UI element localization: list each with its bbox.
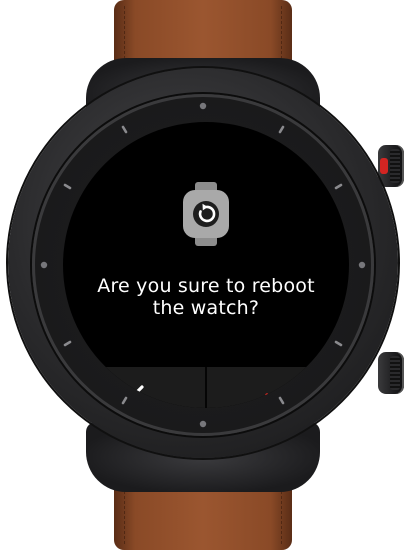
bezel-tick	[63, 340, 72, 347]
cancel-button[interactable]	[63, 367, 205, 408]
reboot-confirmation-message: Are you sure to reboot the watch?	[83, 275, 329, 319]
crown-knurling	[390, 356, 400, 390]
bezel-tick	[121, 125, 128, 134]
lower-crown-button[interactable]	[378, 352, 404, 394]
bezel-dot-12	[199, 102, 207, 110]
message-line-1: Are you sure to reboot	[97, 275, 315, 297]
bezel-dot-3	[358, 261, 366, 269]
bezel-tick	[334, 340, 343, 347]
smartwatch-device: Are you sure to reboot the watch?	[0, 0, 406, 550]
crown-accent-ring	[380, 158, 388, 174]
check-icon	[265, 385, 291, 404]
bezel-dot-9	[40, 261, 48, 269]
upper-crown-button[interactable]	[378, 145, 404, 187]
watch-reboot-icon	[183, 182, 229, 246]
message-line-2: the watch?	[152, 297, 260, 319]
bezel-dot-6	[199, 420, 207, 428]
confirm-button[interactable]	[207, 367, 349, 408]
bezel-tick	[278, 125, 285, 134]
bezel-tick	[63, 183, 72, 190]
crown-knurling	[390, 149, 400, 183]
watch-screen: Are you sure to reboot the watch?	[63, 122, 349, 408]
dialog-action-bar	[63, 367, 349, 408]
bezel-tick	[334, 183, 343, 190]
close-icon	[124, 384, 144, 405]
